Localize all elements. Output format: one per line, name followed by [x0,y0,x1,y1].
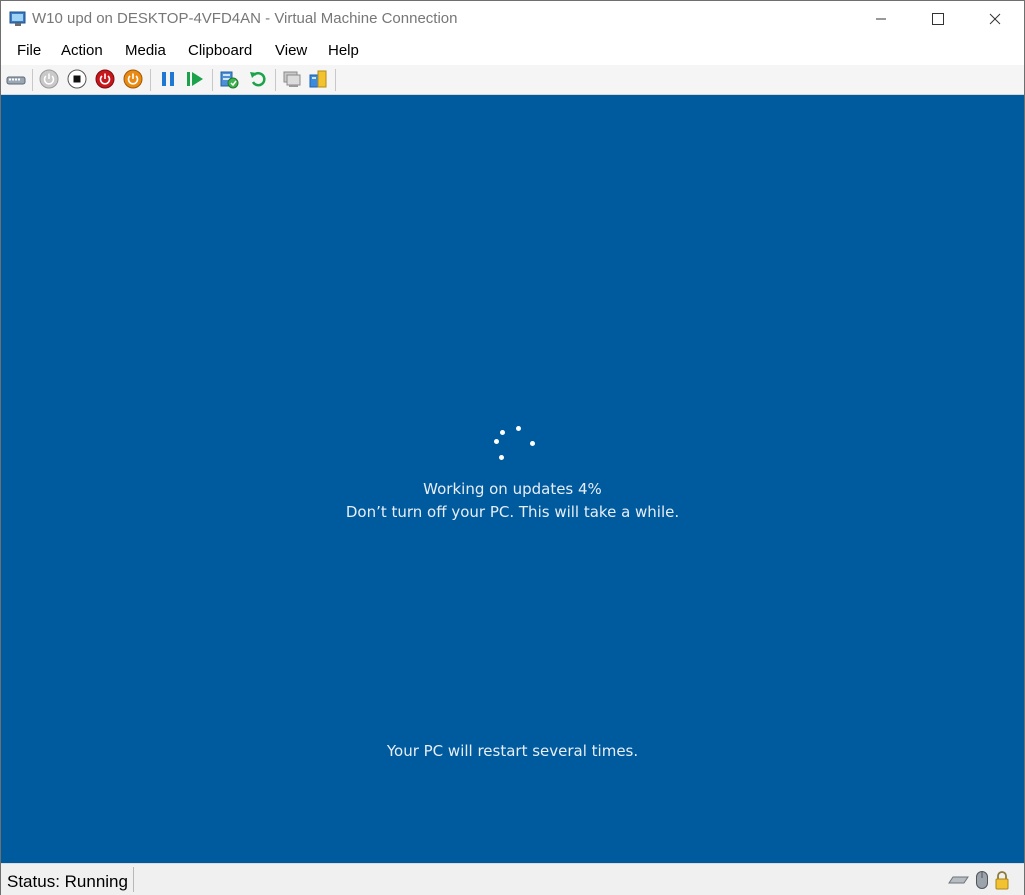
vm-display[interactable]: Working on updates 4% Don’t turn off you… [1,95,1024,863]
enhanced-session-icon[interactable] [282,69,302,89]
toolbar-separator [150,69,151,91]
keyboard-icon [947,873,969,893]
toolbar-separator [212,69,213,91]
lock-icon [994,870,1010,890]
update-warning-text: Don’t turn off your PC. This will take a… [345,503,680,521]
ctrl-alt-del-icon[interactable] [6,69,26,89]
toolbar-separator [335,69,336,91]
status-text: Status: Running [7,872,128,891]
menu-bar: File Action Media Clipboard View Help [1,37,1024,65]
save-icon[interactable] [123,69,143,89]
pause-icon[interactable] [158,69,178,89]
maximize-button[interactable] [909,1,967,37]
loading-spinner-icon [491,423,537,463]
shutdown-icon[interactable] [95,69,115,89]
minimize-button[interactable] [852,1,910,37]
share-icon[interactable] [308,69,328,89]
start-icon[interactable] [39,69,59,89]
close-button[interactable] [966,1,1024,37]
toolbar-separator [32,69,33,91]
title-bar[interactable]: W10 upd on DESKTOP-4VFD4AN - Virtual Mac… [1,1,1024,37]
turn-off-icon[interactable] [67,69,87,89]
vm-connection-window: W10 upd on DESKTOP-4VFD4AN - Virtual Mac… [0,0,1025,895]
restart-notice-text: Your PC will restart several times. [386,742,639,760]
window-title: W10 upd on DESKTOP-4VFD4AN - Virtual Mac… [32,10,458,27]
menu-action[interactable]: Action [61,42,103,59]
vm-connection-app-icon [9,11,27,27]
mouse-icon [975,870,989,890]
menu-file[interactable]: File [17,42,41,59]
menu-media[interactable]: Media [125,42,166,59]
status-bar: Status: Running [1,863,1024,895]
toolbar [1,65,1024,95]
revert-icon[interactable] [248,69,268,89]
menu-view[interactable]: View [275,42,307,59]
resume-icon[interactable] [185,69,205,89]
update-progress-text: Working on updates 4% [423,480,602,498]
menu-help[interactable]: Help [328,42,359,59]
toolbar-separator [275,69,276,91]
checkpoint-icon[interactable] [219,69,239,89]
status-separator [133,867,134,892]
menu-clipboard[interactable]: Clipboard [188,42,252,59]
